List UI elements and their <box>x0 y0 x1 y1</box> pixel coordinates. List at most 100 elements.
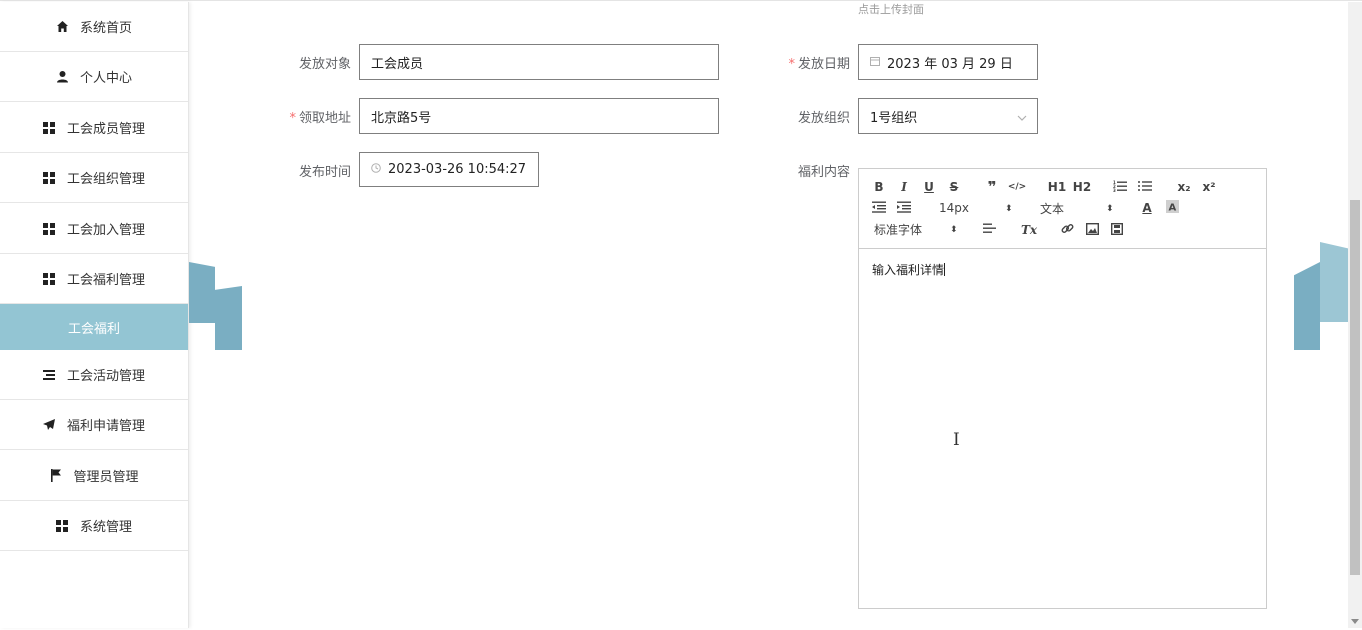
target-field[interactable]: 工会成员 <box>359 44 719 80</box>
ordered-list-icon: 123 <box>1113 180 1127 195</box>
sidebar-item-welfare[interactable]: 工会福利管理 <box>0 254 188 304</box>
date-value: 2023 年 03 月 29 日 <box>887 56 1013 72</box>
header2-button[interactable]: H2 <box>1071 178 1093 196</box>
address-value: 北京路5号 <box>371 110 432 126</box>
code-button[interactable]: </> <box>1008 178 1026 196</box>
font-size-arrows-icon: ⬍ <box>1005 204 1013 214</box>
ordered-list-button[interactable]: 123 <box>1111 178 1129 196</box>
sidebar-item-label: 个人中心 <box>79 71 132 86</box>
bullet-list-button[interactable] <box>1136 178 1154 196</box>
address-label: * 领取地址 <box>289 111 351 126</box>
decor-shape-right-2 <box>1320 242 1348 322</box>
required-mark: * <box>289 111 296 126</box>
grid-icon <box>43 171 56 184</box>
indent-icon <box>897 201 911 216</box>
background-color-button[interactable]: A <box>1163 199 1181 217</box>
link-icon <box>1061 222 1074 238</box>
font-size-select[interactable]: 14px <box>939 199 969 217</box>
sidebar-item-admins[interactable]: 管理员管理 <box>0 451 188 501</box>
flag-icon <box>49 469 62 482</box>
date-label: * 发放日期 <box>788 57 850 72</box>
scroll-down-arrow-icon[interactable] <box>1351 619 1359 624</box>
sidebar: 系统首页 个人中心 工会成员管理 工会组织管理 工会加入管理 工会福利管理 工会… <box>0 2 189 628</box>
sidebar-item-home[interactable]: 系统首页 <box>0 2 188 52</box>
svg-text:A: A <box>1168 203 1176 214</box>
indent-button[interactable] <box>895 199 913 217</box>
bullet-list-icon <box>1138 180 1152 195</box>
scrollbar-thumb[interactable] <box>1350 200 1360 575</box>
org-value: 1号组织 <box>870 110 918 126</box>
editor-content[interactable]: 输入福利详情 <box>872 261 946 278</box>
grid-icon <box>43 121 56 134</box>
date-picker[interactable]: 2023 年 03 月 29 日 <box>858 44 1038 80</box>
subscript-button[interactable]: x₂ <box>1175 178 1193 196</box>
sidebar-subitem-welfare[interactable]: 工会福利 <box>0 304 188 350</box>
sidebar-item-members[interactable]: 工会成员管理 <box>0 103 188 153</box>
sidebar-item-join[interactable]: 工会加入管理 <box>0 204 188 254</box>
video-button[interactable] <box>1108 221 1126 239</box>
chevron-down-icon <box>1017 111 1027 126</box>
outdent-button[interactable] <box>870 199 888 217</box>
sidebar-item-system[interactable]: 系统管理 <box>0 501 188 551</box>
sidebar-item-applications[interactable]: 福利申请管理 <box>0 400 188 450</box>
text-color-button[interactable]: A <box>1138 199 1156 217</box>
header-select-value: 文本 <box>1040 201 1065 216</box>
org-label: 发放组织 <box>797 111 850 126</box>
list-icon <box>43 368 56 381</box>
sidebar-item-label: 福利申请管理 <box>66 419 145 434</box>
header1-button[interactable]: H1 <box>1046 178 1068 196</box>
sidebar-item-label: 工会组织管理 <box>66 172 145 187</box>
sidebar-item-activities[interactable]: 工会活动管理 <box>0 350 188 400</box>
header-select-arrows-icon: ⬍ <box>1106 204 1114 214</box>
clock-icon <box>371 163 381 176</box>
publish-label: 发布时间 <box>298 165 351 180</box>
sidebar-item-label: 系统管理 <box>79 520 132 535</box>
page-scrollbar[interactable] <box>1348 2 1362 628</box>
target-label: 发放对象 <box>298 57 351 72</box>
grid-icon <box>43 222 56 235</box>
font-family-value: 标准字体 <box>874 222 923 237</box>
rich-text-editor: B I U S ❞ </> H1 H2 123 x₂ x² 14px ⬍ 文本 … <box>858 168 1267 609</box>
superscript-button[interactable]: x² <box>1200 178 1218 196</box>
font-family-select[interactable]: 标准字体 <box>874 220 922 238</box>
address-field[interactable]: 北京路5号 <box>359 98 719 134</box>
font-size-value: 14px <box>939 201 969 215</box>
editor-toolbar: B I U S ❞ </> H1 H2 123 x₂ x² 14px ⬍ 文本 … <box>859 169 1266 249</box>
publish-time-picker[interactable]: 2023-03-26 10:54:27 <box>359 152 539 187</box>
svg-text:3: 3 <box>1113 188 1116 192</box>
underline-button[interactable]: U <box>920 178 938 196</box>
sidebar-item-label: 工会加入管理 <box>66 223 145 238</box>
link-button[interactable] <box>1058 221 1076 239</box>
home-icon <box>56 20 69 33</box>
ibeam-cursor-icon: I <box>953 430 960 450</box>
bold-button[interactable]: B <box>870 178 888 196</box>
align-left-icon <box>982 223 996 237</box>
org-select[interactable]: 1号组织 <box>858 98 1038 134</box>
grid-icon <box>56 519 69 532</box>
sidebar-item-label: 工会成员管理 <box>66 122 145 137</box>
clear-format-button[interactable]: Tx <box>1018 221 1040 239</box>
italic-button[interactable]: I <box>895 178 913 196</box>
decor-shape-left-1 <box>189 262 215 323</box>
decor-shape-right-1 <box>1294 262 1320 350</box>
font-family-arrows-icon: ⬍ <box>950 225 958 235</box>
editor-text: 输入福利详情 <box>872 263 945 277</box>
decor-shape-left-2 <box>215 286 242 350</box>
text-caret <box>944 263 946 276</box>
publish-value: 2023-03-26 10:54:27 <box>388 162 527 177</box>
image-button[interactable] <box>1083 221 1101 239</box>
content-label: 福利内容 <box>797 165 850 180</box>
send-icon <box>43 418 56 431</box>
align-button[interactable] <box>980 221 998 239</box>
header-select[interactable]: 文本 <box>1040 199 1064 217</box>
upload-cover-hint[interactable]: 点击上传封面 <box>858 1 924 17</box>
user-icon <box>56 70 69 83</box>
sidebar-item-label: 工会福利管理 <box>66 273 145 288</box>
sidebar-item-orgs[interactable]: 工会组织管理 <box>0 153 188 203</box>
sidebar-item-label: 系统首页 <box>79 21 132 36</box>
image-icon <box>1085 222 1099 238</box>
sidebar-item-label: 工会活动管理 <box>66 369 145 384</box>
blockquote-button[interactable]: ❞ <box>983 178 1001 196</box>
strike-button[interactable]: S <box>945 178 963 196</box>
sidebar-item-profile[interactable]: 个人中心 <box>0 52 188 102</box>
